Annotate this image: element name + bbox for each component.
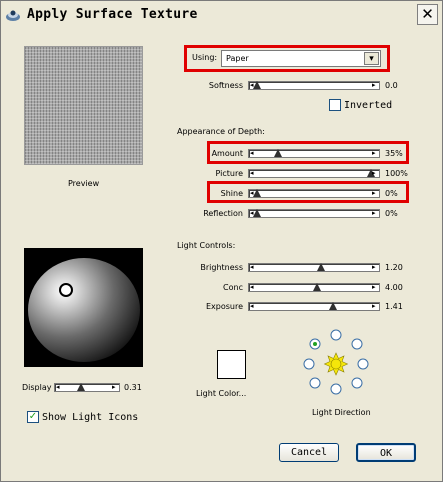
reflection-slider[interactable]: ◂ ▸ [248,209,380,218]
ok-button[interactable]: OK [356,443,416,462]
exposure-slider[interactable]: ◂ ▸ [248,302,380,311]
slider-thumb[interactable] [273,149,282,157]
softness-value: 0.0 [385,81,398,90]
slider-thumb[interactable] [329,302,338,310]
using-value: Paper [226,54,249,63]
slider-right-arrow-icon[interactable]: ▸ [372,303,378,310]
slider-right-arrow-icon[interactable]: ▸ [372,82,378,89]
close-button[interactable]: ✕ [417,4,438,25]
brightness-label: Brightness [200,263,243,272]
slider-right-arrow-icon[interactable]: ▸ [372,210,378,217]
picture-value: 100% [385,169,408,178]
amount-slider[interactable]: ◂ ▸ [248,149,380,158]
direction-button-s[interactable] [330,383,342,395]
app-icon [6,10,20,21]
slider-thumb[interactable] [316,263,325,271]
reflection-value: 0% [385,209,398,218]
lit-sphere-image [28,258,140,362]
inverted-label: Inverted [344,100,393,111]
light-color-label[interactable]: Light Color... [196,389,246,398]
depth-heading: Appearance of Depth: [177,127,265,136]
direction-button-n[interactable] [330,329,342,341]
slider-right-arrow-icon[interactable]: ▸ [372,284,378,291]
shine-value: 0% [385,189,398,198]
light-handle[interactable] [59,283,73,297]
reflection-label: Reflection [203,209,243,218]
cancel-button[interactable]: Cancel [279,443,339,462]
shine-label: Shine [220,189,243,198]
slider-right-arrow-icon[interactable]: ▸ [372,190,378,197]
conc-slider[interactable]: ◂ ▸ [248,283,380,292]
texture-preview [24,46,143,165]
shine-slider[interactable]: ◂ ▸ [248,189,380,198]
preview-label: Preview [68,179,100,188]
show-light-icons-checkbox[interactable]: ✓ [27,411,39,423]
display-slider[interactable]: ◂ ▸ [54,383,120,392]
light-color-swatch[interactable] [217,350,246,379]
softness-label: Softness [208,81,243,90]
direction-button-w[interactable] [303,358,315,370]
direction-button-sw[interactable] [309,377,321,389]
picture-slider[interactable]: ◂ ▸ [248,169,380,178]
light-direction-control[interactable] [299,327,375,397]
direction-button-ne[interactable] [351,338,363,350]
chevron-down-icon[interactable]: ▾ [364,52,379,65]
slider-right-arrow-icon[interactable]: ▸ [372,170,378,177]
amount-value: 35% [385,149,403,158]
light-preview[interactable] [24,248,143,367]
slider-thumb[interactable] [253,209,261,217]
display-value: 0.31 [124,383,142,392]
conc-label: Conc [223,283,243,292]
slider-thumb[interactable] [77,383,86,391]
title-bar: Apply Surface Texture ✕ [1,1,442,29]
slider-left-arrow-icon[interactable]: ◂ [250,170,256,177]
slider-thumb[interactable] [253,189,261,197]
amount-label: Amount [211,149,243,158]
exposure-value: 1.41 [385,302,403,311]
brightness-value: 1.20 [385,263,403,272]
slider-left-arrow-icon[interactable]: ◂ [250,150,256,157]
slider-left-arrow-icon[interactable]: ◂ [250,264,256,271]
brightness-slider[interactable]: ◂ ▸ [248,263,380,272]
exposure-label: Exposure [205,302,243,311]
using-label: Using: [192,53,218,62]
slider-right-arrow-icon[interactable]: ▸ [112,384,118,391]
light-controls-heading: Light Controls: [177,241,236,250]
slider-right-arrow-icon[interactable]: ▸ [372,264,378,271]
slider-left-arrow-icon[interactable]: ◂ [56,384,62,391]
softness-slider[interactable]: ◂ ▸ [248,81,380,90]
display-label: Display [22,383,52,392]
slider-right-arrow-icon[interactable]: ▸ [372,150,378,157]
direction-button-e[interactable] [357,358,369,370]
light-direction-label: Light Direction [312,408,371,417]
inverted-checkbox[interactable] [329,99,341,111]
direction-button-se[interactable] [351,377,363,389]
dialog-window: Apply Surface Texture ✕ Preview Using: P… [0,0,443,482]
using-select[interactable]: Paper ▾ [221,50,381,67]
selected-direction-dot [313,342,317,346]
window-title: Apply Surface Texture [27,7,198,22]
slider-thumb[interactable] [313,283,322,291]
slider-left-arrow-icon[interactable]: ◂ [250,303,256,310]
sun-icon [323,352,349,376]
slider-left-arrow-icon[interactable]: ◂ [250,284,256,291]
conc-value: 4.00 [385,283,403,292]
show-light-icons-label: Show Light Icons [42,412,139,423]
picture-label: Picture [215,169,243,178]
slider-thumb[interactable] [253,81,261,89]
